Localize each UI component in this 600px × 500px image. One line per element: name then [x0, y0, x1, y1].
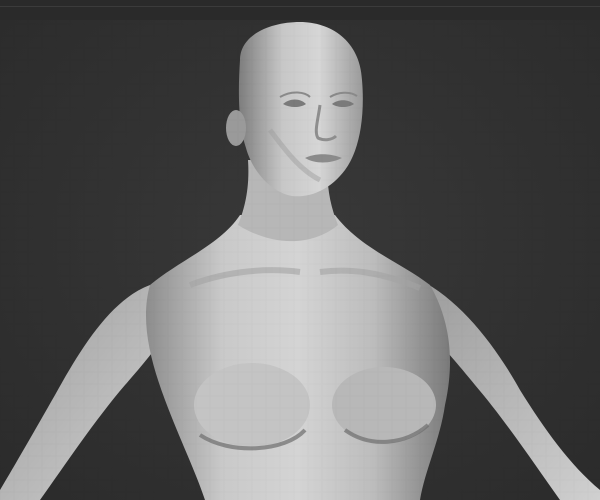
viewport-top-toolbar-strip: [0, 0, 600, 21]
3d-viewport[interactable]: [0, 20, 600, 500]
sculpt-model[interactable]: [0, 20, 600, 500]
toolbar-divider: [0, 6, 600, 7]
